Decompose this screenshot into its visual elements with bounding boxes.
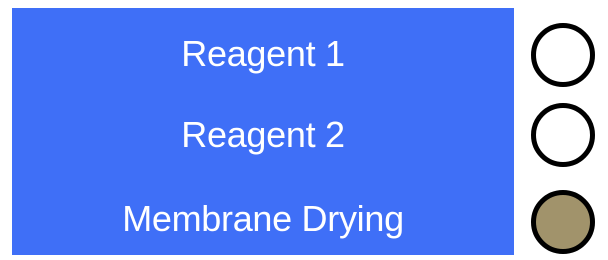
status-indicator-reagent-2 xyxy=(531,103,595,167)
step-label: Reagent 2 xyxy=(181,114,345,155)
step-label: Reagent 1 xyxy=(181,33,345,74)
status-indicator-membrane-drying xyxy=(531,190,595,254)
step-reagent-2[interactable]: Reagent 2 xyxy=(12,94,514,176)
step-reagent-1[interactable]: Reagent 1 xyxy=(12,13,514,95)
step-label: Membrane Drying xyxy=(122,198,404,239)
step-membrane-drying[interactable]: Membrane Drying xyxy=(12,178,514,260)
status-indicator-reagent-1 xyxy=(531,23,595,87)
step-panel: Reagent 1 Reagent 2 Membrane Drying xyxy=(12,8,514,255)
